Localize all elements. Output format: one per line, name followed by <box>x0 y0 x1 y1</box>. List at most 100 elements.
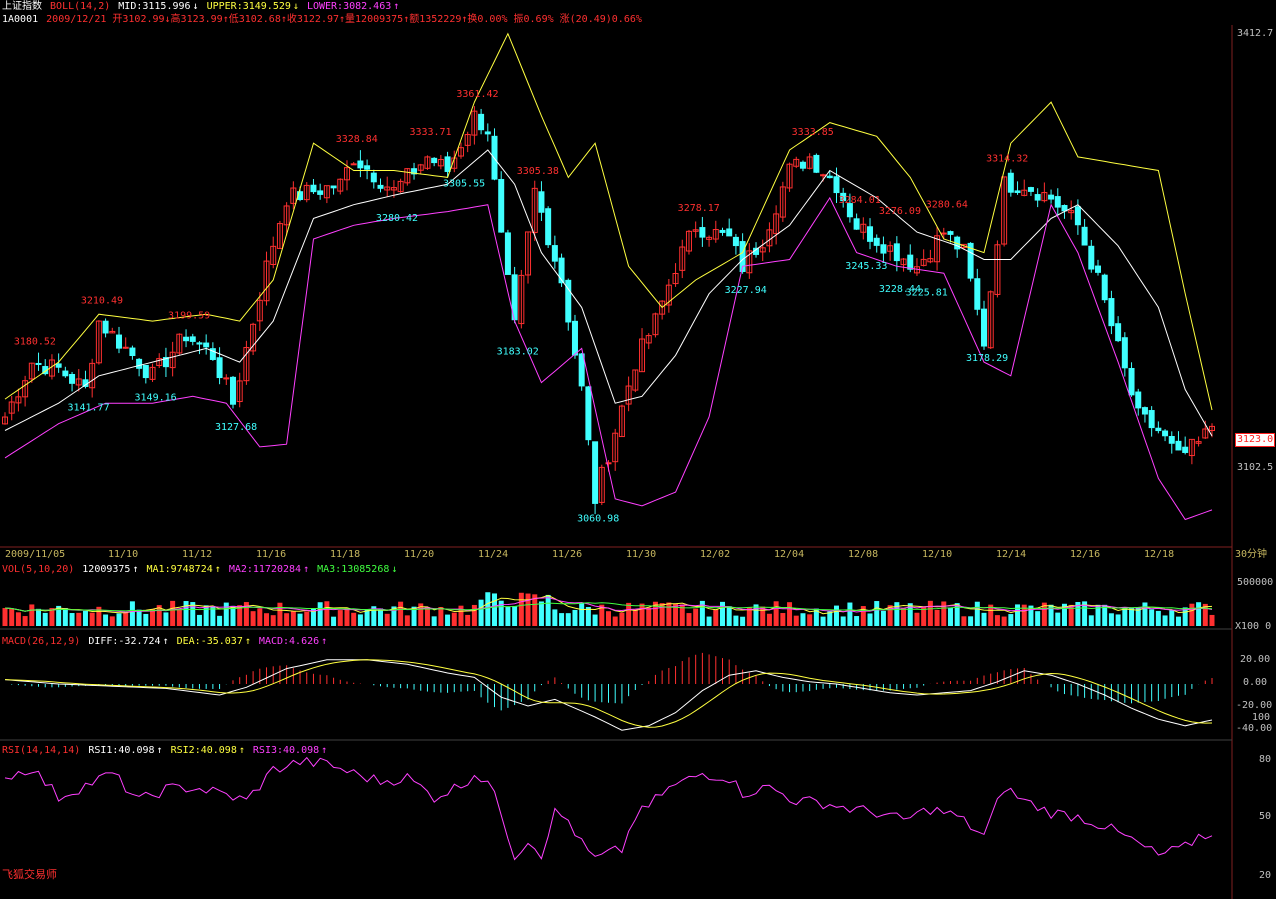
volume-bar <box>485 592 491 626</box>
candle-body <box>1027 187 1034 192</box>
volume-bar <box>223 602 229 626</box>
candle-body <box>115 334 122 349</box>
stock-chart[interactable]: 3180.52 3141.77 3210.49 3149.16 3199.59 3127.… <box>0 0 1276 899</box>
price-extreme-label: 3280.64 <box>926 200 968 211</box>
volume-bar <box>867 613 873 626</box>
up-arrow-icon: ↑ <box>238 745 245 756</box>
bar-info-row: 1A0001 2009/12/21 开3102.99↓高3123.99↑低310… <box>2 14 644 26</box>
volume-bar <box>324 601 330 626</box>
rsi-axis-tick: 20 <box>1259 870 1272 881</box>
volume-bar <box>398 601 404 626</box>
volume-bar <box>1115 614 1121 626</box>
macd-axis-tick: -20.00 <box>1236 700 1273 711</box>
up-arrow-icon: ↑ <box>303 564 310 575</box>
volume-bar <box>29 604 35 626</box>
period-selector[interactable]: 30分钟 <box>1235 549 1267 561</box>
candle-body <box>893 243 900 262</box>
volume-bar <box>646 607 652 626</box>
volume-bar <box>1169 610 1175 626</box>
volume-bar <box>579 602 585 626</box>
price-extreme-label: 3060.98 <box>577 513 619 524</box>
candle-body <box>538 191 545 213</box>
candle-body <box>1115 323 1122 342</box>
rsi1-value: RSI1:40.098 <box>88 745 155 756</box>
volume-bar <box>424 607 430 626</box>
volume-bar <box>297 613 303 626</box>
candle-body <box>1135 391 1142 409</box>
candle-body <box>826 175 833 179</box>
volume-bar <box>163 612 169 626</box>
candle-body <box>142 364 149 379</box>
up-arrow-icon: ↑ <box>321 745 328 756</box>
down-arrow-icon: ↓ <box>391 564 398 575</box>
volume-bar <box>196 614 202 626</box>
volume-bar <box>1035 611 1041 626</box>
candle-body <box>431 157 438 164</box>
price-extreme-label: 3127.68 <box>215 422 257 433</box>
volume-bar <box>954 603 960 626</box>
volume-bar <box>36 608 42 626</box>
candle-body <box>1034 194 1041 201</box>
volume-bar <box>1008 614 1014 626</box>
macd-indicator-label[interactable]: MACD(26,12,9) <box>2 636 80 647</box>
candle-body <box>873 237 880 246</box>
candle-body <box>1074 206 1081 226</box>
volume-bar <box>317 602 323 626</box>
volume-bar <box>974 601 980 626</box>
candle-body <box>585 386 592 441</box>
price-extreme-label: 3314.32 <box>986 154 1028 165</box>
price-extreme-label: 3210.49 <box>81 296 123 307</box>
volume-bar <box>505 606 511 626</box>
volume-bar <box>820 616 826 626</box>
date-label: 12/04 <box>774 549 805 560</box>
volume-bar <box>538 601 544 626</box>
volume-bar <box>619 612 625 626</box>
volume-bar <box>1175 616 1181 626</box>
candle-body <box>1155 427 1162 432</box>
candle-body <box>545 208 552 246</box>
volume-bar <box>438 606 444 626</box>
price-extreme-label: 3227.94 <box>725 285 767 296</box>
rsi-indicator-label[interactable]: RSI(14,14,14) <box>2 745 80 756</box>
rsi-line <box>4 756 1213 861</box>
volume-bar <box>941 601 947 626</box>
candle-body <box>1168 436 1175 444</box>
candle-body <box>1141 407 1148 415</box>
security-code: 1A0001 <box>2 14 39 25</box>
volume-bar <box>833 605 839 626</box>
boll-indicator-label[interactable]: BOLL(14,2) <box>50 1 110 12</box>
vol-ma3: MA3:13085268 <box>317 564 390 575</box>
candle-body <box>317 190 324 195</box>
volume-bar <box>854 616 860 626</box>
current-price-tag: 3123.0 <box>1235 433 1276 447</box>
vol-value: 12009375 <box>82 564 131 575</box>
vol-indicator-label[interactable]: VOL(5,10,20) <box>2 564 74 575</box>
candle-body <box>726 228 733 237</box>
volume-bar <box>840 616 846 626</box>
volume-bar <box>800 613 806 626</box>
candle-body <box>491 135 498 180</box>
price-extreme-label: 3141.77 <box>67 403 109 414</box>
volume-bar <box>1189 603 1195 626</box>
date-label: 12/18 <box>1144 549 1175 560</box>
volume-bar <box>686 613 692 626</box>
price-extreme-label: 3328.84 <box>336 134 378 145</box>
price-extreme-label: 3149.16 <box>135 393 177 404</box>
candle-body <box>974 278 981 310</box>
candle-body <box>558 257 565 284</box>
candle-body <box>1081 226 1088 246</box>
candle-body <box>229 376 236 405</box>
volume-bar <box>807 614 813 626</box>
price-axis-top: 3412.7 <box>1237 28 1274 39</box>
candle-body <box>498 178 505 233</box>
candle-body <box>122 346 129 349</box>
candle-body <box>310 184 317 193</box>
volume-bar <box>1088 615 1094 626</box>
volume-bar <box>284 613 290 626</box>
volume-bar <box>42 612 48 626</box>
candle-body <box>196 342 203 345</box>
volume-bar <box>927 600 933 626</box>
candle-body <box>55 363 62 368</box>
volume-bar <box>1196 602 1202 626</box>
volume-bar <box>264 613 270 626</box>
